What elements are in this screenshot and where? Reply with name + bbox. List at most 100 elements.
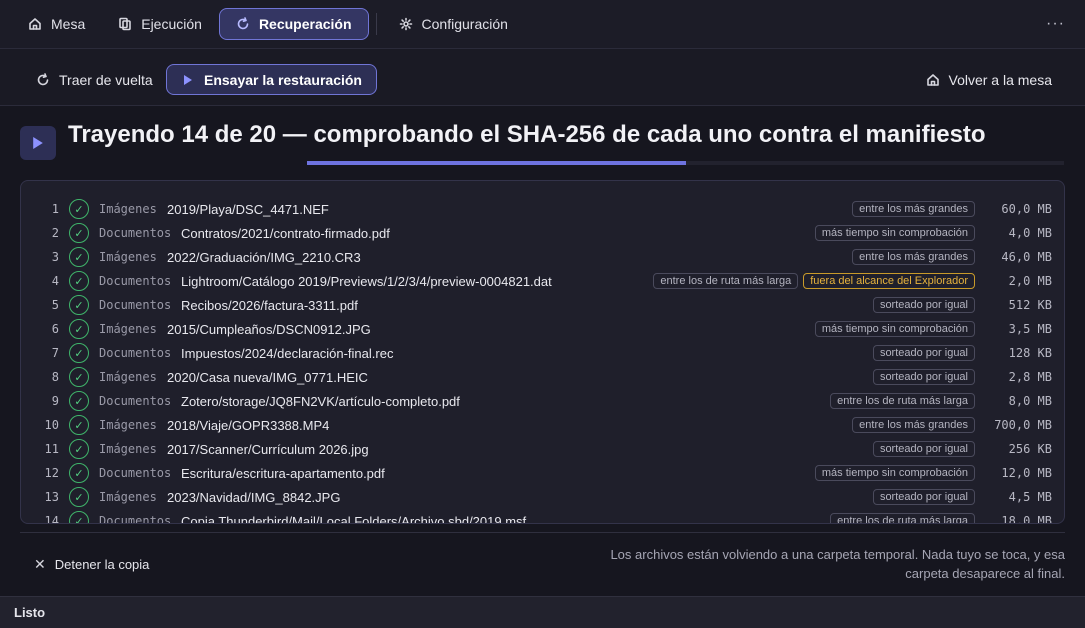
list-item[interactable]: 7 ✓ Documentos Impuestos/2024/declaración-f… <box>21 341 1064 365</box>
back-to-desk-button[interactable]: Volver a la mesa <box>912 64 1067 95</box>
gear-icon <box>399 17 413 31</box>
tab-label: Mesa <box>51 16 86 32</box>
reason-badge: sorteado por igual <box>872 297 975 313</box>
row-number: 8 <box>51 370 59 384</box>
badge-group: entre los más grandes <box>852 201 975 217</box>
row-number: 7 <box>51 346 59 360</box>
list-item[interactable]: 13 ✓ Imágenes 2023/Navidad/IMG_8842.JPG sort… <box>21 485 1064 509</box>
list-item[interactable]: 2 ✓ Documentos Contratos/2021/contrato-firm… <box>21 221 1064 245</box>
row-number: 9 <box>51 394 59 408</box>
file-path: 2017/Scanner/Currículum 2026.jpg <box>167 441 369 457</box>
reason-badge: sorteado por igual <box>872 345 975 361</box>
file-size: 4,5 MB <box>1008 490 1052 504</box>
row-number: 13 <box>44 490 59 504</box>
tab-ejecucion[interactable]: Ejecución <box>102 8 218 40</box>
stop-copy-button[interactable]: ✕ Detener la copia <box>34 556 149 573</box>
check-icon: ✓ <box>69 391 89 411</box>
rehearse-restore-button[interactable]: Ensayar la restauración <box>166 64 377 95</box>
badge-group: sorteado por igual <box>872 441 975 457</box>
list-item[interactable]: 6 ✓ Imágenes 2015/Cumpleaños/DSCN0912.JPG má… <box>21 317 1064 341</box>
category-label: Imágenes <box>99 490 157 504</box>
home-icon <box>28 17 42 31</box>
reason-badge: entre los más grandes <box>852 417 975 433</box>
progress-bar <box>307 161 686 165</box>
reason-badge: entre los de ruta más larga <box>653 273 799 289</box>
check-icon: ✓ <box>69 487 89 507</box>
badge-group: sorteado por igual <box>872 297 975 313</box>
check-icon: ✓ <box>69 343 89 363</box>
row-number: 3 <box>51 250 59 264</box>
play-icon <box>181 73 195 87</box>
bring-back-label: Traer de vuelta <box>59 71 153 88</box>
reason-badge: sorteado por igual <box>872 369 975 385</box>
list-item[interactable]: 4 ✓ Documentos Lightroom/Catálogo 2019/Prev… <box>21 269 1064 293</box>
list-item[interactable]: 1 ✓ Imágenes 2019/Playa/DSC_4471.NEF entre l… <box>21 197 1064 221</box>
list-item[interactable]: 11 ✓ Imágenes 2017/Scanner/Currículum 2026.… <box>21 437 1064 461</box>
tab-configuracion[interactable]: Configuración <box>383 8 524 40</box>
badge-group: entre los de ruta más larga fuera del alc… <box>653 273 975 289</box>
stop-copy-label: Detener la copia <box>54 557 150 572</box>
file-size: 2,0 MB <box>1008 274 1052 288</box>
reason-badge: entre los de ruta más larga <box>830 513 975 523</box>
reason-badge: entre los más grandes <box>852 201 975 217</box>
category-label: Documentos <box>99 346 172 360</box>
home-icon <box>926 73 940 87</box>
list-item[interactable]: 8 ✓ Imágenes 2020/Casa nueva/IMG_0771.HEIC s… <box>21 365 1064 389</box>
check-icon: ✓ <box>69 415 89 435</box>
category-label: Documentos <box>99 394 172 408</box>
row-number: 14 <box>44 514 59 524</box>
badge-group: entre los más grandes <box>852 417 975 433</box>
row-number: 5 <box>51 298 59 312</box>
top-nav: Mesa Ejecución Recuperación Configuració… <box>0 0 1085 49</box>
file-path: Recibos/2026/factura-3311.pdf <box>181 297 358 313</box>
list-item[interactable]: 14 ✓ Documentos Copia Thunderbird/Mail/Loca… <box>21 509 1064 524</box>
file-path: Lightroom/Catálogo 2019/Previews/1/2/3/4… <box>181 273 552 289</box>
category-label: Documentos <box>99 226 172 240</box>
reason-badge: sorteado por igual <box>872 441 975 457</box>
file-path: Copia Thunderbird/Mail/Local Folders/Arc… <box>181 513 527 524</box>
category-label: Documentos <box>99 298 172 312</box>
check-icon: ✓ <box>69 367 89 387</box>
file-size: 2,8 MB <box>1008 370 1052 384</box>
file-size: 128 KB <box>1008 346 1052 360</box>
file-size: 12,0 MB <box>1001 466 1052 480</box>
file-path: 2022/Graduación/IMG_2210.CR3 <box>167 249 361 265</box>
category-label: Documentos <box>99 274 172 288</box>
badge-group: entre los de ruta más larga <box>830 513 975 523</box>
tab-mesa[interactable]: Mesa <box>12 8 101 40</box>
list-item[interactable]: 5 ✓ Documentos Recibos/2026/factura-3311.pd… <box>21 293 1064 317</box>
check-icon: ✓ <box>69 319 89 339</box>
file-size: 8,0 MB <box>1008 394 1052 408</box>
badge-group: más tiempo sin comprobación <box>814 465 975 481</box>
reason-badge: más tiempo sin comprobación <box>814 321 975 337</box>
file-path: 2018/Viaje/GOPR3388.MP4 <box>167 417 330 433</box>
rehearse-label: Ensayar la restauración <box>204 71 362 88</box>
tab-label: Recuperación <box>258 16 352 32</box>
file-list[interactable]: 1 ✓ Imágenes 2019/Playa/DSC_4471.NEF entre l… <box>20 180 1065 524</box>
reason-badge: sorteado por igual <box>872 489 975 505</box>
list-item[interactable]: 3 ✓ Imágenes 2022/Graduación/IMG_2210.CR3 en… <box>21 245 1064 269</box>
list-item[interactable]: 10 ✓ Imágenes 2018/Viaje/GOPR3388.MP4 entre … <box>21 413 1064 437</box>
nav-divider <box>375 13 377 35</box>
tab-recuperacion[interactable]: Recuperación <box>218 8 369 40</box>
file-path: Zotero/storage/JQ8FN2VK/artículo-complet… <box>181 393 460 409</box>
category-label: Imágenes <box>99 250 157 264</box>
more-menu-icon[interactable]: ··· <box>1046 15 1065 33</box>
refresh-icon <box>36 72 50 87</box>
back-to-desk-label: Volver a la mesa <box>948 71 1053 88</box>
play-icon <box>20 126 56 160</box>
reason-badge: más tiempo sin comprobación <box>814 225 975 241</box>
list-item[interactable]: 9 ✓ Documentos Zotero/storage/JQ8FN2VK/artí… <box>21 389 1064 413</box>
check-icon: ✓ <box>69 463 89 483</box>
info-note: Los archivos están volviendo a una carpe… <box>610 547 1065 581</box>
file-size: 4,0 MB <box>1008 226 1052 240</box>
list-item[interactable]: 12 ✓ Documentos Escritura/escritura-apartam… <box>21 461 1064 485</box>
category-label: Documentos <box>99 466 172 480</box>
status-bar: Listo <box>0 596 1085 628</box>
row-number: 2 <box>51 226 59 240</box>
bring-back-button[interactable]: Traer de vuelta <box>22 64 167 95</box>
row-number: 1 <box>51 202 59 216</box>
warning-badge: fuera del alcance del Explorador <box>803 273 975 289</box>
tab-label: Ejecución <box>141 16 202 32</box>
reason-badge: más tiempo sin comprobación <box>814 465 975 481</box>
